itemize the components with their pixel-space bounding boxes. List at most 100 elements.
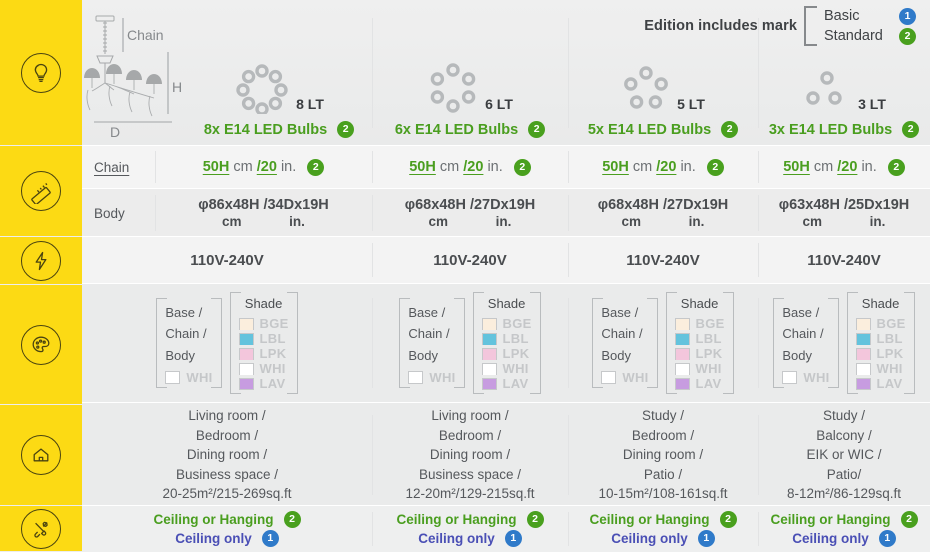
body-cell-col1: φ86x48H /34Dx19H cm in. <box>155 189 372 237</box>
bulb-ring-col3: 5 LT <box>621 60 705 114</box>
swatch-label: LPK <box>695 346 723 361</box>
shade-option-bge[interactable]: BGE <box>238 316 289 331</box>
voltage-row: 110V-240V 110V-240V 110V-240V 110V-240V <box>82 237 930 283</box>
shade-option-lpk[interactable]: LPK <box>855 346 906 361</box>
shade-option-bge[interactable]: BGE <box>481 316 532 331</box>
lt-count: 8 LT <box>296 96 324 112</box>
swatch-label: WHI <box>622 370 649 386</box>
shade-option-lbl[interactable]: LBL <box>238 331 289 346</box>
category-sidebar <box>0 0 82 551</box>
shade-option-bge[interactable]: BGE <box>855 316 906 331</box>
lt-count: 5 LT <box>677 96 705 112</box>
swatch-label: BGE <box>876 316 906 331</box>
bulb-ring-col2: 6 LT <box>427 60 513 114</box>
swatch-label: LAV <box>876 376 903 391</box>
body-metric: φ86x48H <box>198 196 260 213</box>
bulb-icon <box>21 52 61 93</box>
swatch-lpk <box>238 347 254 360</box>
shade-color-group: Shade BGE LBL LPK WHI LAV <box>665 289 734 397</box>
install-cell-col2: Ceiling or Hanging 2 Ceiling only 1 <box>372 506 568 552</box>
shade-option-lav[interactable]: LAV <box>855 376 906 391</box>
bulb-type-label: 3x E14 LED Bulbs <box>768 121 893 138</box>
body-imperial: /34Dx19H <box>263 196 329 213</box>
base-swatch-row[interactable]: WHI <box>601 370 648 385</box>
base-line: Chain / <box>165 326 207 342</box>
body-imperial: /25Dx19H <box>843 196 910 213</box>
sidebar-item-dimensions[interactable] <box>0 146 82 236</box>
install-cell-col1: Ceiling or Hanging 2 Ceiling only 1 <box>82 506 372 552</box>
shade-color-group: Shade BGE LBL LPK WHI LAV <box>229 289 298 397</box>
sidebar-item-colors[interactable] <box>0 285 82 404</box>
swatch-label: LAV <box>259 376 286 391</box>
swatch-whi <box>855 362 871 375</box>
shade-option-lav[interactable]: LAV <box>674 376 725 391</box>
swatch-lav <box>855 377 871 390</box>
sidebar-item-bulbs[interactable] <box>0 0 82 145</box>
rooms-value: Study / Bedroom / Dining room / Patio / … <box>598 408 728 502</box>
badge-basic: 1 <box>878 530 896 547</box>
chain-row: Chain 50H cm /20 in. 2 50H cm /20 in. 2 … <box>82 146 930 188</box>
body-cell-col3: φ68x48H /27Dx19H cm in. <box>568 189 758 237</box>
base-line: Body <box>782 347 813 363</box>
voltage-value: 110V-240V <box>807 251 881 269</box>
shade-option-bge[interactable]: BGE <box>674 316 725 331</box>
swatch-label: WHI <box>876 361 903 376</box>
sublabel-body: Body <box>82 189 155 237</box>
chain-h: 50H <box>783 159 810 175</box>
shade-option-lav[interactable]: LAV <box>238 376 289 391</box>
chain-cell-col4: 50H cm /20 in. 2 <box>758 146 930 188</box>
chain-unit-in: in. <box>680 159 696 175</box>
sidebar-item-voltage[interactable] <box>0 237 82 284</box>
body-metric: φ63x48H <box>778 196 840 213</box>
swatch-lav <box>481 377 497 390</box>
badge-standard: 2 <box>900 511 918 528</box>
badge-standard: 2 <box>528 121 546 138</box>
body-unit-in: in. <box>869 213 886 229</box>
base-line: Chain / <box>601 326 643 342</box>
base-swatch-row[interactable]: WHI <box>408 370 455 385</box>
swatch-label: BGE <box>259 316 289 331</box>
sublabel-chain: Chain <box>82 146 155 188</box>
base-line: Base / <box>601 304 639 320</box>
shade-option-lbl[interactable]: LBL <box>855 331 906 346</box>
swatch-label: LBL <box>876 331 903 346</box>
base-swatch-row[interactable]: WHI <box>165 370 212 385</box>
sidebar-item-installation[interactable] <box>0 506 82 551</box>
swatch-bge <box>674 317 690 330</box>
rooms-cell-col1: Living room / Bedroom / Dining room / Bu… <box>82 403 372 507</box>
voltage-cell-col2: 110V-240V <box>372 237 568 283</box>
tools-icon <box>21 508 61 549</box>
shade-option-lpk[interactable]: LPK <box>481 346 532 361</box>
bulb-ring-icon <box>806 71 842 105</box>
shade-title: Shade <box>680 296 719 311</box>
shade-option-lbl[interactable]: LBL <box>481 331 532 346</box>
swatch-whi <box>165 371 181 385</box>
shade-option-whi[interactable]: WHI <box>855 361 906 376</box>
shade-option-whi[interactable]: WHI <box>674 361 725 376</box>
body-unit-cm: cm <box>428 213 449 229</box>
install-primary: Ceiling or Hanging <box>770 512 891 527</box>
swatch-label: BGE <box>695 316 725 331</box>
chain-unit-cm: cm <box>632 159 653 175</box>
base-swatch-row[interactable]: WHI <box>782 370 829 385</box>
badge-standard: 2 <box>513 158 531 176</box>
bulb-cell-col1: 8 LT 8x E14 LED Bulbs 2 <box>186 0 372 146</box>
rooms-cell-col3: Study / Bedroom / Dining room / Patio / … <box>568 403 758 507</box>
body-unit-cm: cm <box>222 213 242 229</box>
voltage-cell-col3: 110V-240V <box>568 237 758 283</box>
sidebar-item-rooms[interactable] <box>0 405 82 505</box>
install-secondary: Ceiling only <box>611 531 688 546</box>
chain-in: /20 <box>837 159 858 175</box>
swatch-lpk <box>481 347 497 360</box>
colors-cell-col2: Base / Chain / Body WHI Shade BGE LBL LP… <box>372 284 568 402</box>
shade-option-lpk[interactable]: LPK <box>238 346 289 361</box>
base-color-group: Base / Chain / Body WHI <box>592 295 658 391</box>
shade-option-whi[interactable]: WHI <box>238 361 289 376</box>
shade-option-lav[interactable]: LAV <box>481 376 532 391</box>
swatch-label: LBL <box>259 331 286 346</box>
chain-cell-col1: 50H cm /20 in. 2 <box>155 146 372 188</box>
bulb-type-label: 5x E14 LED Bulbs <box>587 121 712 138</box>
shade-option-lpk[interactable]: LPK <box>674 346 725 361</box>
shade-option-lbl[interactable]: LBL <box>674 331 725 346</box>
shade-option-whi[interactable]: WHI <box>481 361 532 376</box>
